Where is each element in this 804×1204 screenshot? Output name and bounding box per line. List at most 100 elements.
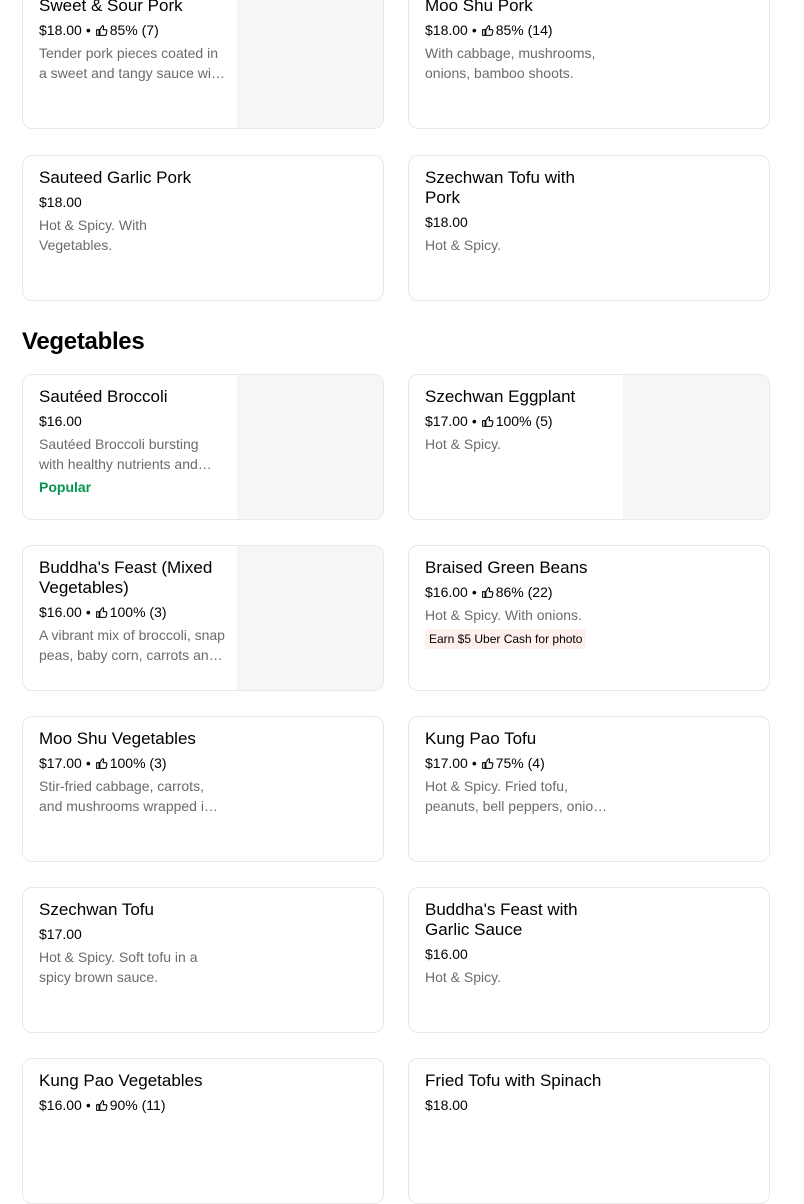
menu-item-card[interactable]: Moo Shu Pork $18.00 • 85% (14) With cabbage,…: [408, 0, 770, 129]
menu-item-card[interactable]: Sweet & Sour Pork $18.00 • 85% (7) Tender po…: [22, 0, 384, 129]
menu-item-name: Szechwan Eggplant: [425, 387, 576, 406]
menu-item-card[interactable]: Braised Green Beans $16.00 • 86% (22) Hot & …: [408, 545, 770, 691]
menu-item-name: Moo Shu Vegetables: [39, 729, 196, 748]
menu-item-rating: 100% (3): [109, 755, 167, 771]
menu-item-card[interactable]: Sauteed Garlic Pork $18.00 Hot & Spicy. Wi…: [22, 155, 384, 301]
thumbs-up-icon: [481, 586, 494, 599]
menu-item-description: Hot & Spicy. Fried tofu, peanuts, bell p…: [425, 778, 608, 814]
menu-item-name: Fried Tofu with Spinach: [425, 1071, 602, 1090]
menu-item-meta: $16.00: [39, 412, 227, 430]
menu-item-price: $16.00: [425, 946, 468, 962]
menu-item-name: Sauteed Garlic Pork: [39, 168, 192, 187]
menu-item-price: $16.00: [425, 584, 468, 600]
menu-item-text: Szechwan Eggplant $17.00 • 100% (5) Hot & Sp…: [425, 387, 613, 454]
menu-item-card[interactable]: Kung Pao Tofu $17.00 • 75% (4) Hot & Spicy. …: [408, 716, 770, 862]
thumbs-up-icon: [481, 415, 494, 428]
menu-item-text: Braised Green Beans $16.00 • 86% (22) Hot & …: [425, 558, 609, 649]
menu-item-card[interactable]: Szechwan Tofu $17.00 Hot & Spicy. Soft tof…: [22, 887, 384, 1033]
separator-dot: •: [471, 22, 477, 38]
menu-item-text: Sweet & Sour Pork $18.00 • 85% (7) Tender po…: [39, 0, 227, 83]
menu-item-image[interactable]: [623, 375, 769, 519]
menu-item-description: Stir-fried cabbage, carrots, and mushroo…: [39, 778, 212, 814]
menu-item-image[interactable]: [237, 0, 383, 128]
menu-item-description: Hot & Spicy.: [425, 969, 501, 985]
menu-item-image[interactable]: [237, 546, 383, 690]
menu-item-meta: $18.00 • 85% (14): [425, 21, 609, 39]
thumbs-up-icon: [95, 606, 108, 619]
menu-item-description: Hot & Spicy. Soft tofu in a spicy brown …: [39, 949, 198, 985]
menu-item-price: $17.00: [425, 755, 468, 771]
menu-item-description: Hot & Spicy.: [425, 436, 501, 452]
thumbs-up-icon: [481, 24, 494, 37]
menu-item-price: $18.00: [425, 214, 468, 230]
separator-dot: •: [85, 22, 91, 38]
menu-item-name: Sweet & Sour Pork: [39, 0, 183, 15]
menu-item-name: Kung Pao Vegetables: [39, 1071, 203, 1090]
menu-item-price: $17.00: [425, 413, 468, 429]
menu-item-rating: 100% (3): [109, 604, 167, 620]
menu-item-meta: $16.00: [425, 945, 609, 963]
thumbs-up-icon: [95, 24, 108, 37]
menu-item-meta: $17.00: [39, 925, 223, 943]
menu-item-rating: 86% (22): [495, 584, 553, 600]
menu-item-rating: 85% (14): [495, 22, 553, 38]
menu-item-text: Buddha's Feast (Mixed Vegetables) $16.00 •…: [39, 558, 227, 665]
menu-item-price: $18.00: [39, 22, 82, 38]
menu-item-text: Szechwan Tofu $17.00 Hot & Spicy. Soft tof…: [39, 900, 223, 987]
thumbs-up-icon: [95, 757, 108, 770]
menu-item-card[interactable]: Szechwan Eggplant $17.00 • 100% (5) Hot & Sp…: [408, 374, 770, 520]
promo-badge: Earn $5 Uber Cash for photo: [425, 629, 587, 649]
menu-item-price: $18.00: [39, 194, 82, 210]
menu-item-meta: $18.00: [425, 213, 609, 231]
menu-item-name: Buddha's Feast with Garlic Sauce: [425, 900, 578, 939]
menu-item-card[interactable]: Kung Pao Vegetables $16.00 • 90% (11): [22, 1058, 384, 1204]
separator-dot: •: [85, 1097, 91, 1113]
menu-item-rating: 75% (4): [495, 755, 545, 771]
menu-item-meta: $18.00: [425, 1096, 609, 1114]
menu-item-name: Braised Green Beans: [425, 558, 588, 577]
menu-item-name: Moo Shu Pork: [425, 0, 533, 15]
menu-item-card[interactable]: Fried Tofu with Spinach $18.00: [408, 1058, 770, 1204]
menu-item-meta: $18.00: [39, 193, 223, 211]
menu-item-text: Sauteed Garlic Pork $18.00 Hot & Spicy. Wi…: [39, 168, 223, 255]
menu-item-description: With cabbage, mushrooms, onions, bamboo …: [425, 45, 596, 81]
separator-dot: •: [85, 755, 91, 771]
menu-item-description: Tender pork pieces coated in a sweet and…: [39, 45, 223, 81]
section-title-vegetables: Vegetables: [22, 328, 145, 355]
menu-item-meta: $16.00 • 100% (3): [39, 603, 227, 621]
menu-item-text: Moo Shu Pork $18.00 • 85% (14) With cabbage,…: [425, 0, 609, 83]
separator-dot: •: [85, 604, 91, 620]
menu-item-name: Buddha's Feast (Mixed Vegetables): [39, 558, 213, 597]
menu-item-rating: 90% (11): [109, 1097, 166, 1113]
menu-item-card[interactable]: Sautéed Broccoli $16.00 Sautéed Broccoli b…: [22, 374, 384, 520]
separator-dot: •: [471, 584, 477, 600]
menu-item-text: Fried Tofu with Spinach $18.00: [425, 1071, 609, 1114]
menu-item-text: Sautéed Broccoli $16.00 Sautéed Broccoli b…: [39, 387, 227, 496]
menu-item-meta: $17.00 • 100% (5): [425, 412, 613, 430]
popular-badge: Popular: [39, 479, 92, 495]
menu-item-description: Hot & Spicy. With Vegetables.: [39, 217, 147, 253]
menu-item-description: Hot & Spicy.: [425, 237, 501, 253]
menu-item-card[interactable]: Szechwan Tofu with Pork $18.00 Hot & Spicy…: [408, 155, 770, 301]
menu-item-name: Szechwan Tofu with Pork: [425, 168, 575, 207]
menu-item-text: Kung Pao Tofu $17.00 • 75% (4) Hot & Spicy. …: [425, 729, 609, 816]
menu-item-card[interactable]: Buddha's Feast (Mixed Vegetables) $16.00 •…: [22, 545, 384, 691]
menu-item-card[interactable]: Moo Shu Vegetables $17.00 • 100% (3) Stir-fr…: [22, 716, 384, 862]
menu-item-image[interactable]: [237, 375, 383, 519]
menu-item-text: Szechwan Tofu with Pork $18.00 Hot & Spicy…: [425, 168, 609, 255]
menu-item-price: $18.00: [425, 1097, 468, 1113]
menu-item-description: Hot & Spicy. With onions.: [425, 607, 582, 623]
menu-item-text: Buddha's Feast with Garlic Sauce $16.00 Ho…: [425, 900, 609, 987]
menu-item-name: Szechwan Tofu: [39, 900, 154, 919]
menu-item-meta: $16.00 • 90% (11): [39, 1096, 223, 1114]
menu-item-rating: 100% (5): [495, 413, 553, 429]
menu-item-card[interactable]: Buddha's Feast with Garlic Sauce $16.00 Ho…: [408, 887, 770, 1033]
menu-item-text: Kung Pao Vegetables $16.00 • 90% (11): [39, 1071, 223, 1114]
menu-item-name: Sautéed Broccoli: [39, 387, 168, 406]
menu-item-meta: $17.00 • 75% (4): [425, 754, 609, 772]
separator-dot: •: [471, 413, 477, 429]
separator-dot: •: [471, 755, 477, 771]
menu-item-description: A vibrant mix of broccoli, snap peas, ba…: [39, 627, 225, 663]
menu-item-meta: $17.00 • 100% (3): [39, 754, 223, 772]
menu-item-price: $17.00: [39, 755, 82, 771]
